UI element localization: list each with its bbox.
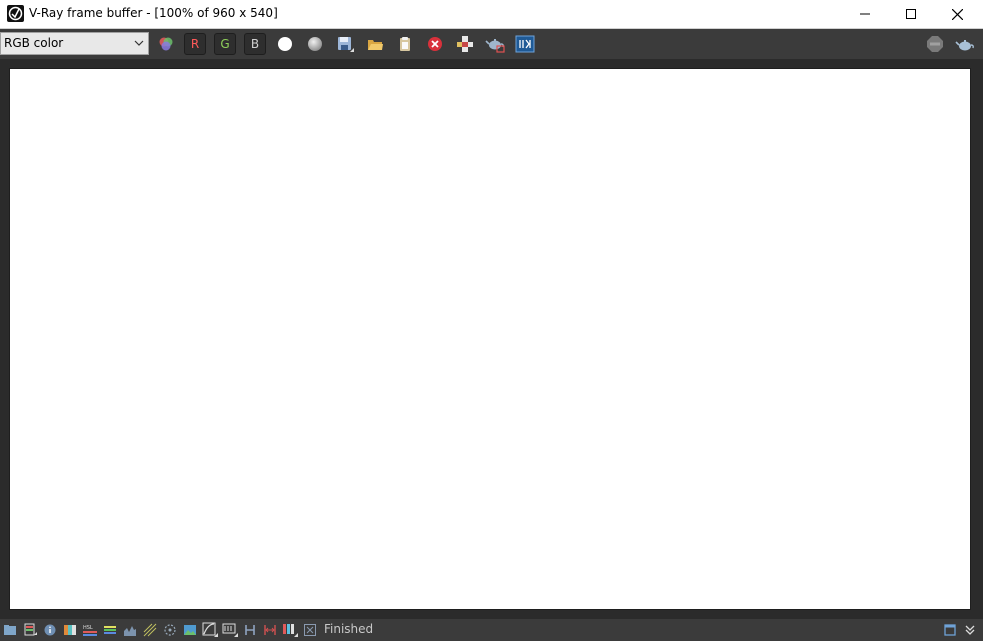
track-mouse-icon: [457, 36, 473, 52]
stereo-icon: [264, 625, 276, 635]
levels-icon: [104, 626, 116, 634]
vray-logo-icon: [7, 5, 24, 22]
lut-icon: [64, 625, 76, 635]
alpha-white-button[interactable]: [274, 33, 296, 55]
title-bar: V-Ray frame buffer - [100% of 960 x 540]: [0, 0, 983, 29]
stop-render-button[interactable]: [924, 33, 946, 55]
curves-button[interactable]: [142, 622, 158, 638]
open-icon: [4, 625, 16, 635]
white-circle-icon: [278, 37, 292, 51]
stop-icon: [927, 36, 943, 52]
save-icon: [338, 37, 354, 52]
save-image-button[interactable]: [334, 33, 356, 55]
region-icon: [515, 35, 535, 53]
color-mix-icon: [159, 37, 173, 51]
curve-icon: [124, 626, 136, 636]
info-button[interactable]: [42, 622, 58, 638]
blue-channel-button[interactable]: B: [244, 33, 266, 55]
h-button[interactable]: [242, 622, 258, 638]
panel-icon: [944, 624, 956, 636]
status-bar: HSL Finished: [0, 619, 983, 641]
gray-circle-icon: [308, 37, 322, 51]
svg-text:HSL: HSL: [83, 625, 93, 631]
status-text: Finished: [324, 622, 374, 636]
render-teapot-icon: [485, 39, 505, 53]
image-icon: [184, 625, 196, 635]
open-button[interactable]: [2, 622, 18, 638]
teapot-icon: [955, 40, 974, 51]
maximize-icon: [906, 9, 916, 19]
grid-icon: [164, 624, 176, 636]
toolbar: RGB color R G B: [0, 29, 983, 59]
clear-image-button[interactable]: [424, 33, 446, 55]
render-button[interactable]: [954, 33, 976, 55]
close-icon: [951, 8, 963, 20]
vfb-history-button[interactable]: [514, 33, 536, 55]
info-icon: [44, 624, 56, 636]
hsl-button[interactable]: HSL: [82, 622, 98, 638]
render-image[interactable]: [10, 69, 970, 609]
clear-icon: [428, 37, 442, 51]
color-bars-button[interactable]: [282, 622, 298, 638]
exposure-icon: [202, 622, 218, 637]
exposure-button[interactable]: [202, 622, 218, 638]
history-icon: [24, 623, 37, 636]
hsl-icon: HSL: [83, 625, 97, 636]
expand-icon: [965, 625, 975, 635]
stereo-button[interactable]: [262, 622, 278, 638]
render-region-button[interactable]: [484, 33, 506, 55]
monochrome-button[interactable]: [304, 33, 326, 55]
color-mix-button[interactable]: [155, 33, 177, 55]
channel-select-value: RGB color: [4, 36, 64, 50]
h-icon: [245, 625, 255, 635]
load-image-button[interactable]: [364, 33, 386, 55]
lens-effects-button[interactable]: [162, 622, 178, 638]
close-button[interactable]: [934, 0, 980, 28]
red-channel-button[interactable]: R: [184, 33, 206, 55]
vray-frame-buffer-window: V-Ray frame buffer - [100% of 960 x 540]…: [0, 0, 983, 641]
timeline-button[interactable]: [222, 622, 238, 638]
lens-icon: [143, 623, 157, 637]
levels-button[interactable]: [102, 622, 118, 638]
histogram-button[interactable]: [122, 622, 138, 638]
timeline-icon: [222, 623, 238, 637]
lut-button[interactable]: [62, 622, 78, 638]
crop-button[interactable]: [302, 622, 318, 638]
maximize-button[interactable]: [888, 0, 934, 28]
channel-select[interactable]: RGB color: [0, 32, 149, 55]
chevron-down-icon: [134, 40, 144, 46]
green-channel-button[interactable]: G: [214, 33, 236, 55]
clipboard-icon: [400, 37, 410, 51]
window-title: V-Ray frame buffer - [100% of 960 x 540]: [29, 6, 278, 20]
copy-clipboard-button[interactable]: [394, 33, 416, 55]
crop-icon: [304, 624, 316, 636]
panel-toggle-button[interactable]: [942, 622, 958, 638]
background-image-button[interactable]: [182, 622, 198, 638]
expand-button[interactable]: [962, 622, 978, 638]
minimize-button[interactable]: [842, 0, 888, 28]
track-mouse-button[interactable]: [454, 33, 476, 55]
color-bars-icon: [283, 624, 298, 637]
minimize-icon: [860, 13, 870, 15]
open-folder-icon: [368, 40, 383, 50]
history-button[interactable]: [22, 622, 38, 638]
